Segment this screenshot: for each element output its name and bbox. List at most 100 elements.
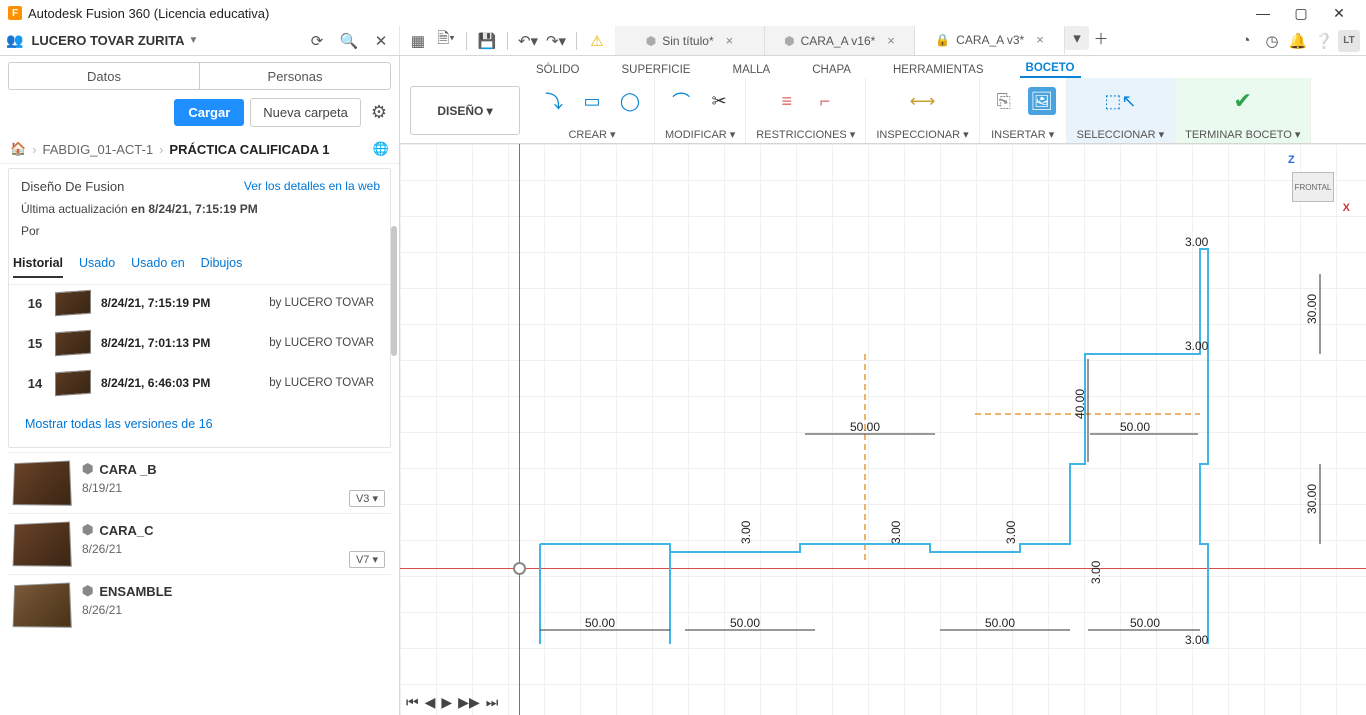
- close-panel-icon[interactable]: ✕: [369, 29, 393, 53]
- derive-icon[interactable]: ⎘: [990, 87, 1018, 115]
- component-icon: ⬢: [82, 583, 93, 599]
- window-close[interactable]: ✕: [1320, 0, 1358, 26]
- canvas-area: SÓLIDO SUPERFICIE MALLA CHAPA HERRAMIENT…: [400, 56, 1366, 715]
- nav-next-icon[interactable]: ▶▶: [458, 694, 480, 711]
- thumbnail: [55, 330, 91, 357]
- image-icon[interactable]: 🖼: [1028, 87, 1056, 115]
- undo-icon[interactable]: ↶▾: [516, 29, 540, 53]
- new-folder-button[interactable]: Nueva carpeta: [250, 98, 361, 127]
- view-on-web-link[interactable]: Ver los detalles en la web: [244, 179, 380, 193]
- file-list: ⬢CARA _B 8/19/21 V3 ▾ ⬢CARA_C 8/26/21 V7…: [0, 448, 399, 639]
- data-panel: Datos Personas Cargar Nueva carpeta ⚙ 🏠 …: [0, 56, 400, 715]
- search-icon[interactable]: 🔍: [337, 29, 361, 53]
- rectangle-icon[interactable]: ▭: [578, 87, 606, 115]
- history-item[interactable]: 15 8/24/21, 7:01:13 PMby LUCERO TOVAR: [21, 323, 378, 363]
- trim-icon[interactable]: ✂: [705, 87, 733, 115]
- tab-people[interactable]: Personas: [199, 62, 391, 90]
- breadcrumb-project[interactable]: FABDIG_01-ACT-1: [43, 142, 154, 157]
- doc-tab-cara-a-v3[interactable]: 🔒 CARA_A v3* ×: [915, 26, 1065, 55]
- grid-icon[interactable]: ▦: [406, 29, 430, 53]
- ribbon: DISEÑO ▾ ⤵ ▭ ◯ CREAR ▾ ⌒ ✂ MODIFICAR ▾ ≡: [400, 78, 1366, 144]
- redo-icon[interactable]: ↷▾: [544, 29, 568, 53]
- check-icon[interactable]: ✔: [1229, 87, 1257, 115]
- line-icon[interactable]: ⤵: [540, 87, 568, 115]
- tab-mesh[interactable]: MALLA: [726, 62, 776, 78]
- web-icon[interactable]: 🌐: [373, 141, 389, 157]
- tab-more-icon[interactable]: ▾: [1065, 26, 1089, 50]
- tab-solid[interactable]: SÓLIDO: [530, 62, 585, 78]
- document-tabs: ⬢ Sin título* × ⬢ CARA_A v16* × 🔒 CARA_A…: [615, 26, 1228, 55]
- group-constraints: ≡ ⌐ RESTRICCIONES ▾: [746, 78, 866, 143]
- home-icon[interactable]: 🏠: [10, 141, 26, 157]
- save-icon[interactable]: 💾: [475, 29, 499, 53]
- viewcube[interactable]: Z FRONTAL X: [1284, 154, 1348, 218]
- sketch-geometry: 50.00 50.00 50.00 50.00 50.00 50.00 3.00…: [400, 144, 1366, 715]
- nav-last-icon[interactable]: ⏭: [486, 694, 499, 711]
- user-avatar[interactable]: LT: [1338, 30, 1360, 52]
- last-update: Última actualización en 8/24/21, 7:15:19…: [21, 202, 378, 216]
- horizontal-icon[interactable]: ≡: [773, 87, 801, 115]
- cube-icon: ⬢: [784, 34, 794, 48]
- tab-tools[interactable]: HERRAMIENTAS: [887, 62, 990, 78]
- tab-history[interactable]: Historial: [13, 256, 63, 278]
- nav-prev-icon[interactable]: ◀: [425, 694, 436, 711]
- window-minimize[interactable]: —: [1244, 0, 1282, 26]
- svg-text:30.00: 30.00: [1305, 294, 1319, 324]
- extensions-icon[interactable]: ◔: [1234, 29, 1258, 53]
- history-item[interactable]: 14 8/24/21, 6:46:03 PMby LUCERO TOVAR: [21, 363, 378, 403]
- measure-icon[interactable]: ⟷: [909, 87, 937, 115]
- nav-play-icon[interactable]: ▶: [441, 694, 452, 711]
- version-dropdown[interactable]: V3 ▾: [349, 490, 385, 507]
- warning-icon[interactable]: ⚠: [585, 29, 609, 53]
- tab-used[interactable]: Usado: [79, 256, 115, 278]
- doc-tab-untitled[interactable]: ⬢ Sin título* ×: [615, 26, 765, 55]
- workspace-menu[interactable]: DISEÑO ▾: [410, 86, 520, 135]
- close-icon[interactable]: ×: [726, 33, 734, 48]
- history-list: 16 8/24/21, 7:15:19 PMby LUCERO TOVAR 15…: [13, 279, 386, 407]
- timeline-nav: ⏮ ◀ ▶ ▶▶ ⏭: [406, 694, 498, 711]
- tab-surface[interactable]: SUPERFICIE: [615, 62, 696, 78]
- file-menu-icon[interactable]: 🗎▾: [434, 29, 458, 53]
- viewcube-face[interactable]: FRONTAL: [1292, 172, 1334, 202]
- file-item-ensamble[interactable]: ⬢ENSAMBLE 8/26/21: [8, 574, 391, 635]
- close-icon[interactable]: ×: [887, 33, 895, 48]
- team-icon[interactable]: 👥: [6, 32, 23, 49]
- file-item-cara-c[interactable]: ⬢CARA_C 8/26/21 V7 ▾: [8, 513, 391, 574]
- new-tab-icon[interactable]: ＋: [1089, 26, 1113, 50]
- show-all-versions-link[interactable]: Mostrar todas las versiones de 16: [13, 407, 378, 441]
- updated-by: Por: [21, 224, 378, 238]
- tab-sketch[interactable]: BOCETO: [1020, 60, 1081, 78]
- help-icon[interactable]: ❔: [1312, 29, 1336, 53]
- svg-text:50.00: 50.00: [985, 616, 1015, 630]
- tab-used-in[interactable]: Usado en: [131, 256, 185, 278]
- lock-icon: 🔒: [935, 33, 950, 47]
- viewport[interactable]: 50.00 50.00 50.00 50.00 50.00 50.00 3.00…: [400, 144, 1366, 715]
- tab-drawings[interactable]: Dibujos: [201, 256, 243, 278]
- job-status-icon[interactable]: ◷: [1260, 29, 1284, 53]
- team-name-dropdown[interactable]: LUCERO TOVAR ZURITA ▼: [31, 33, 198, 48]
- circle-icon[interactable]: ◯: [616, 87, 644, 115]
- thumbnail: [55, 290, 91, 317]
- file-item-cara-b[interactable]: ⬢CARA _B 8/19/21 V3 ▾: [8, 452, 391, 513]
- refresh-icon[interactable]: ⟳: [305, 29, 329, 53]
- close-icon[interactable]: ×: [1036, 32, 1044, 47]
- tab-sheet[interactable]: CHAPA: [806, 62, 857, 78]
- thumbnail: [13, 582, 72, 627]
- gear-icon[interactable]: ⚙: [367, 98, 391, 127]
- doc-tab-cara-a-v16[interactable]: ⬢ CARA_A v16* ×: [765, 26, 915, 55]
- fillet-icon[interactable]: ⌒: [667, 87, 695, 115]
- scrollbar[interactable]: [391, 226, 397, 356]
- history-item[interactable]: 16 8/24/21, 7:15:19 PMby LUCERO TOVAR: [21, 283, 378, 323]
- breadcrumb-folder[interactable]: PRÁCTICA CALIFICADA 1: [169, 142, 329, 157]
- window-maximize[interactable]: ▢: [1282, 0, 1320, 26]
- nav-first-icon[interactable]: ⏮: [406, 694, 419, 711]
- version-dropdown[interactable]: V7 ▾: [349, 551, 385, 568]
- svg-text:50.00: 50.00: [585, 616, 615, 630]
- select-icon[interactable]: ⬚↖: [1106, 87, 1134, 115]
- group-insert: ⎘ 🖼 INSERTAR ▾: [980, 78, 1067, 143]
- notifications-icon[interactable]: 🔔: [1286, 29, 1310, 53]
- upload-button[interactable]: Cargar: [174, 99, 244, 126]
- tab-data[interactable]: Datos: [8, 62, 199, 90]
- svg-text:3.00: 3.00: [1004, 520, 1018, 544]
- coincident-icon[interactable]: ⌐: [811, 87, 839, 115]
